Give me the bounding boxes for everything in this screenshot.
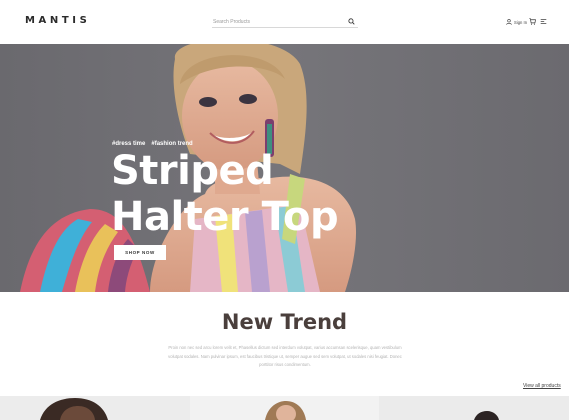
cart-icon[interactable] <box>529 18 536 25</box>
section-description: Proin non nec sed arcu lorem velit et, P… <box>168 345 402 368</box>
hero-tag[interactable]: #dress time <box>112 141 145 147</box>
hero-headline-line: Striped <box>111 148 274 194</box>
hero-headline: Striped Halter Top <box>111 148 371 240</box>
site-header: MANTIS Sign In <box>0 0 569 44</box>
menu-icon[interactable] <box>540 18 547 25</box>
signin-link[interactable]: Sign In <box>506 18 527 26</box>
hero-tag[interactable]: #fashion trend <box>151 141 192 147</box>
product-image <box>190 396 379 420</box>
search-icon[interactable] <box>348 18 355 25</box>
search-bar <box>212 16 358 28</box>
product-card[interactable] <box>190 396 379 420</box>
product-grid <box>0 396 569 420</box>
shop-now-button[interactable]: SHOP NOW <box>114 245 166 260</box>
product-image <box>0 396 190 420</box>
user-icon <box>506 19 512 25</box>
hero-banner: #dress time #fashion trend Striped Halte… <box>0 44 569 292</box>
search-input[interactable] <box>212 16 342 27</box>
product-card[interactable] <box>379 396 569 420</box>
signin-label: Sign In <box>514 19 528 25</box>
product-image <box>379 396 569 420</box>
section-title: New Trend <box>221 310 348 334</box>
hero-headline-line: Halter Top <box>111 194 339 240</box>
logo[interactable]: MANTIS <box>25 15 90 26</box>
product-card[interactable] <box>0 396 190 420</box>
view-all-products-link[interactable]: View all products <box>523 383 561 389</box>
hero-tags: #dress time #fashion trend <box>112 141 193 147</box>
